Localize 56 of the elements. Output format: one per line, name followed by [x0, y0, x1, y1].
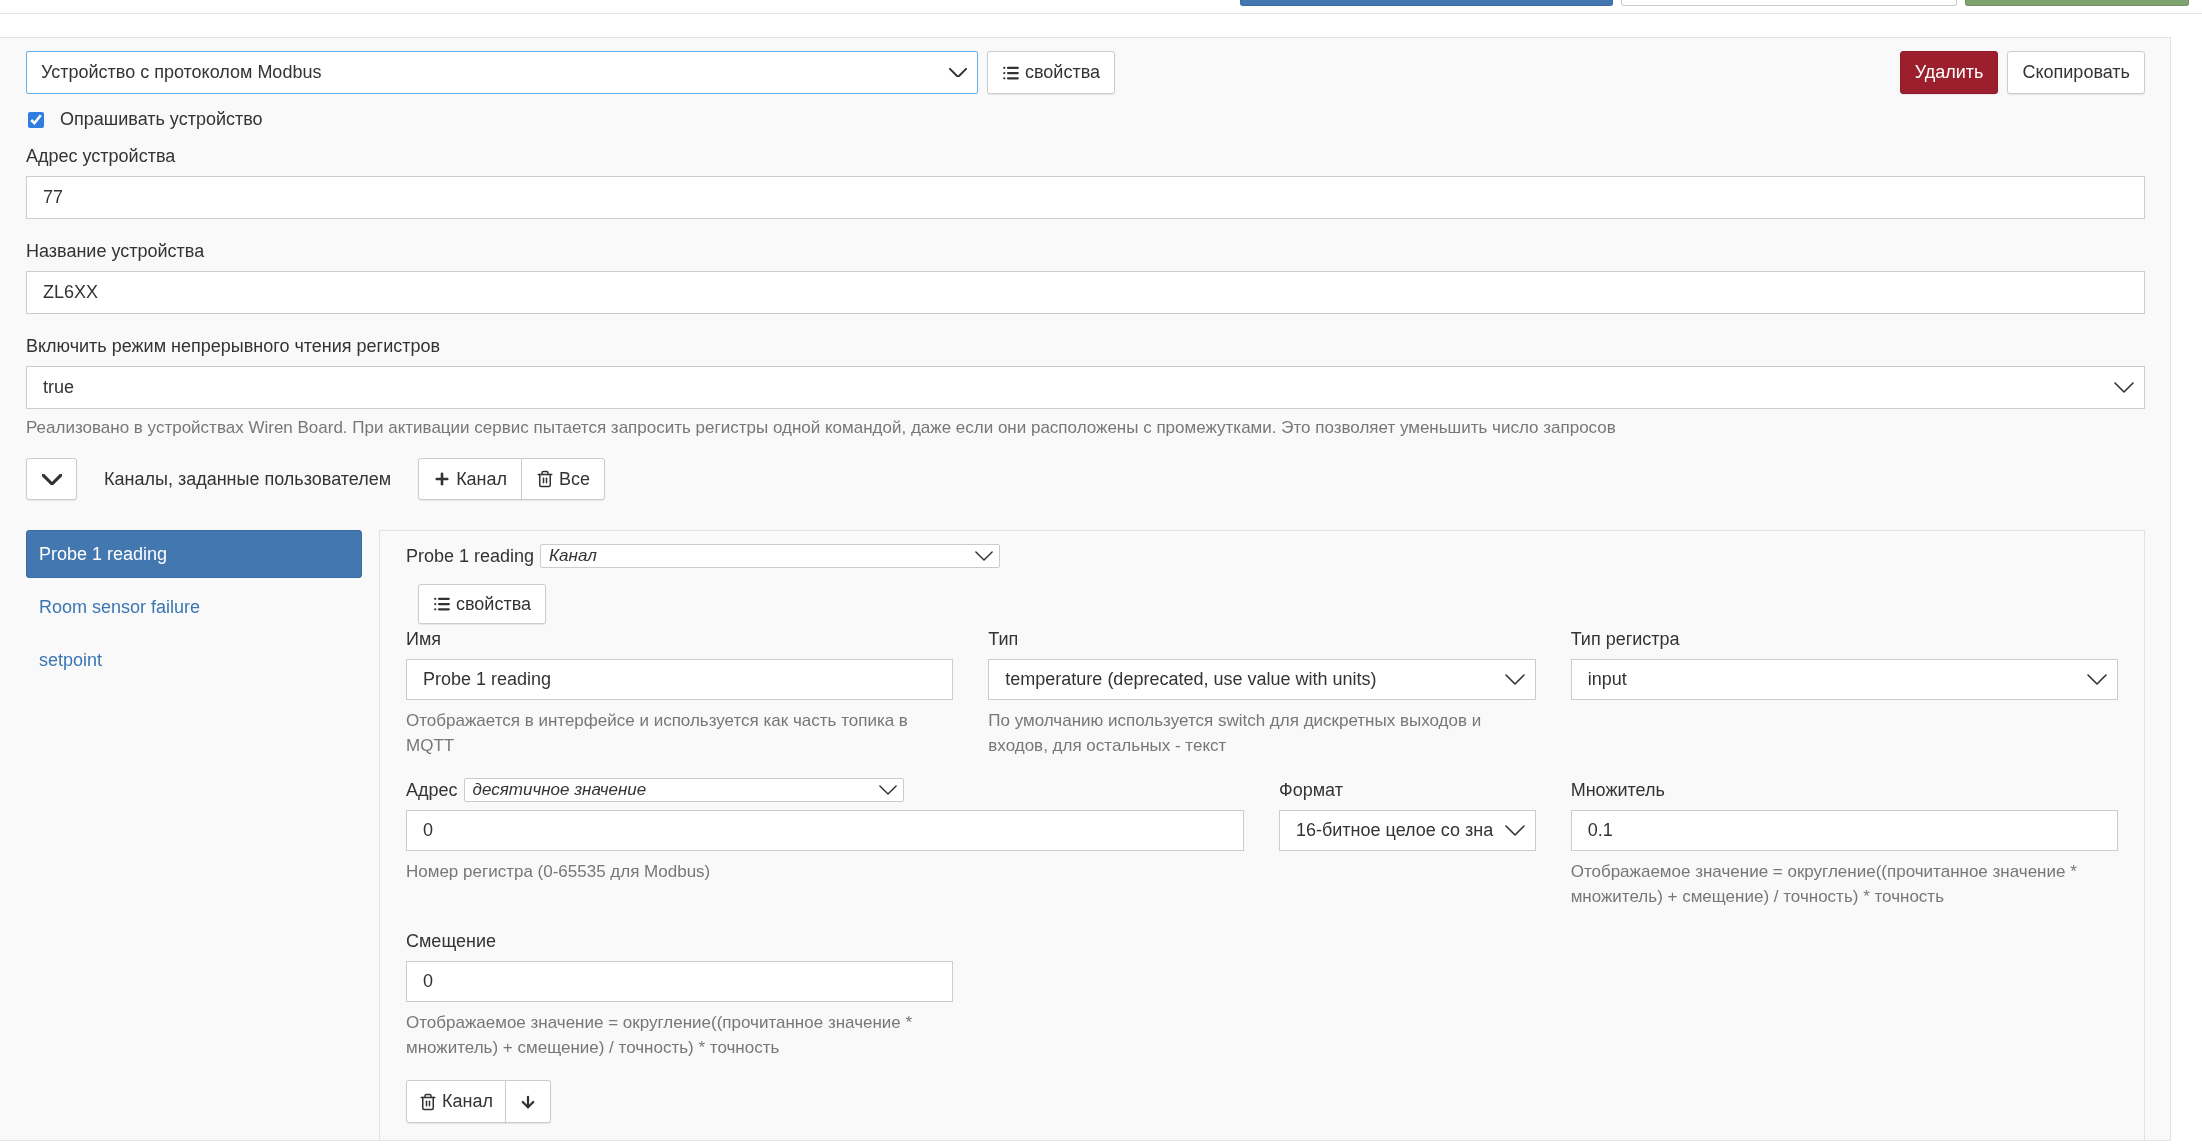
- channel-name: Probe 1 reading: [406, 545, 535, 567]
- section-title: Каналы, заданные пользователем: [104, 468, 392, 490]
- chevron-icon: [975, 551, 994, 561]
- list-icon: [433, 595, 451, 613]
- chevron-icon: [949, 67, 967, 78]
- field-label: Смещение: [406, 930, 496, 953]
- chevron-icon: [1504, 674, 1525, 685]
- text-field[interactable]: 77: [26, 176, 2145, 219]
- text-field[interactable]: 0.1: [1570, 810, 2118, 851]
- text-field[interactable]: 0: [406, 810, 1244, 851]
- chevron-icon: [878, 785, 897, 795]
- format-select[interactable]: десятичное значение: [463, 778, 904, 802]
- field-label: Формат: [1278, 779, 1343, 802]
- properties-button[interactable]: свойства: [418, 584, 547, 624]
- chevron-icon: [2087, 674, 2107, 685]
- copy-button[interactable]: Скопировать: [2007, 51, 2145, 94]
- field-label: Адрес: [406, 779, 458, 802]
- field-label: Тип: [988, 628, 1019, 651]
- delete-button[interactable]: Удалить: [1899, 51, 1999, 94]
- dropdown[interactable]: true: [26, 366, 2145, 409]
- poll-checkbox[interactable]: [28, 111, 44, 128]
- dropdown[interactable]: temperature (deprecated, use value with units): [988, 659, 1536, 700]
- delete-all-button[interactable]: Все: [521, 458, 606, 500]
- help-text: Номер регистра (0-65535 для Modbus): [406, 861, 712, 883]
- chevron-icon: [2114, 382, 2134, 393]
- checkbox-label: Опрашивать устройство: [60, 109, 263, 130]
- text-field[interactable]: ZL6XX: [26, 271, 2145, 314]
- help-text: Реализовано в устройствах Wiren Board. При активации сервис пытается запросить регистры одной командой, даже если они расположены с промежутками. Это позволяет уменьшить число запросов: [26, 417, 1617, 439]
- properties-button[interactable]: свойства: [987, 51, 1116, 94]
- chevron-icon: [1504, 825, 1525, 836]
- field-label: Множитель: [1570, 779, 1665, 802]
- delete-channel-button[interactable]: Канал: [406, 1080, 506, 1123]
- channel-list-item[interactable]: Probe 1 reading: [26, 530, 362, 578]
- channel-list-item[interactable]: Room sensor failure: [26, 583, 362, 631]
- dropdown[interactable]: input: [1570, 659, 2118, 700]
- field-label: Имя: [406, 628, 442, 651]
- help-text: Отображаемое значение = округление((прочитанное значение * множитель) + смещение) / точность) * точность: [1570, 861, 2078, 908]
- field-label: Тип регистра: [1570, 628, 1680, 651]
- channel-list-item[interactable]: setpoint: [26, 636, 362, 684]
- text-field[interactable]: Probe 1 reading: [406, 659, 954, 700]
- trash-icon: [536, 470, 555, 488]
- text-field[interactable]: 0: [406, 961, 954, 1002]
- help-text: Отображаемое значение = округление((прочитанное значение * множитель) + смещение) / точность) * точность: [406, 1012, 914, 1059]
- add-channel-button[interactable]: Канал: [418, 458, 523, 500]
- field-label: Название устройства: [26, 240, 205, 263]
- dropdown[interactable]: 16-битное целое со зна: [1278, 810, 1536, 851]
- move-down-button[interactable]: [504, 1080, 551, 1123]
- help-text: По умолчанию используется switch для дискретных выходов и входов, для остальных - текст: [988, 710, 1483, 757]
- help-text: Отображается в интерфейсе и используется как часть топика в MQTT: [406, 710, 909, 757]
- device-select[interactable]: Устройство с протоколом Modbus: [26, 51, 978, 94]
- channel-type-select[interactable]: Канал: [540, 544, 1001, 568]
- collapse-toggle-button[interactable]: [26, 458, 77, 500]
- trash-icon: [419, 1092, 437, 1111]
- field-label: Адрес устройства: [26, 145, 176, 168]
- field-label: Включить режим непрерывного чтения регистров: [26, 335, 441, 358]
- chevron-icon: [41, 473, 62, 485]
